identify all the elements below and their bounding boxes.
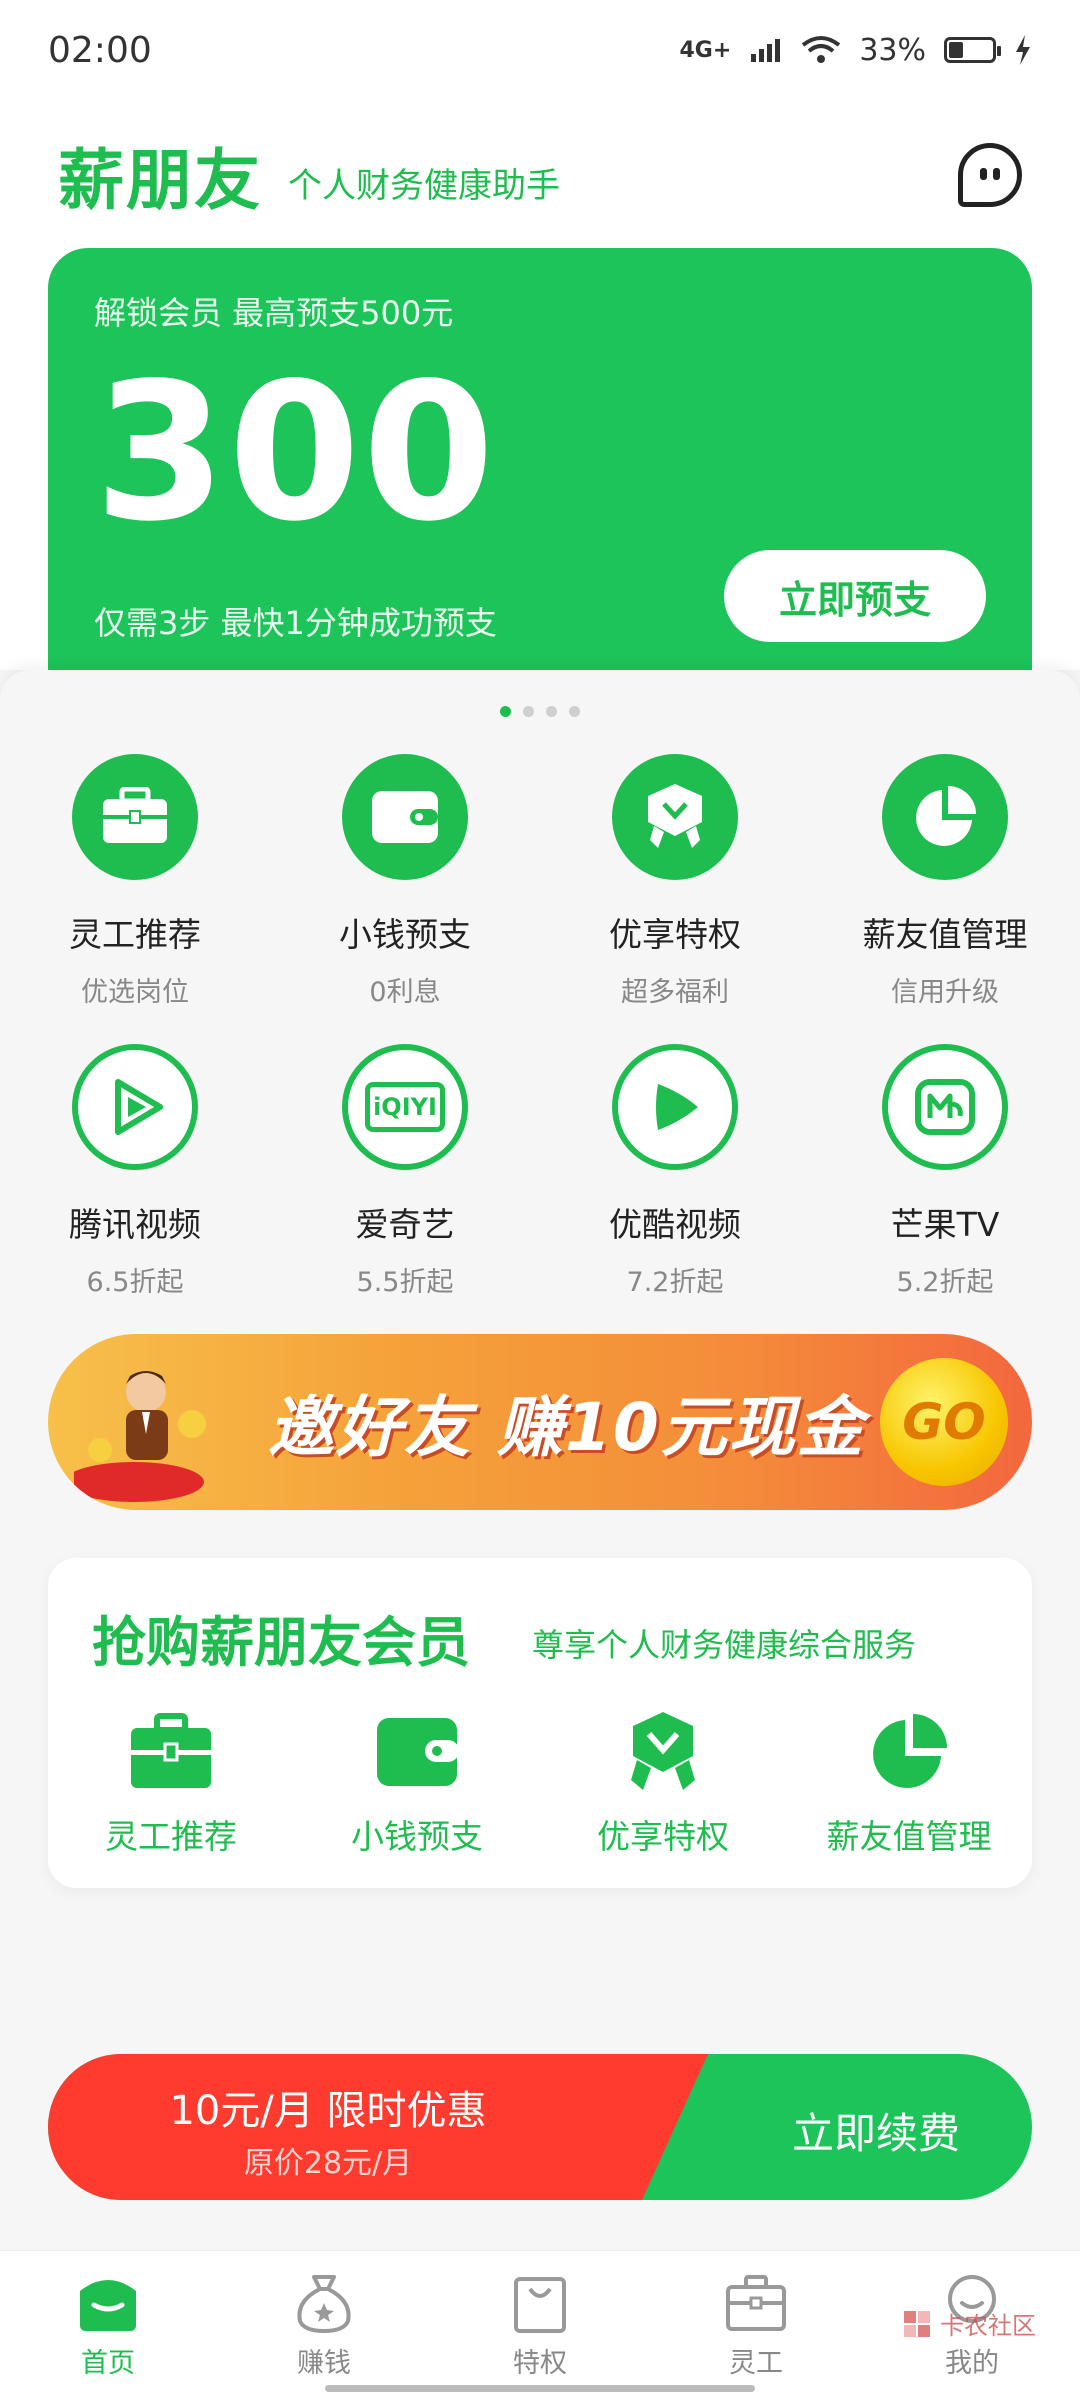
- carousel-dot: [569, 706, 580, 717]
- youku-icon: [612, 1044, 738, 1170]
- network-indicator: 4G+: [679, 37, 732, 63]
- invite-friends-banner[interactable]: 邀好友 赚10元现金 GO: [48, 1334, 1032, 1510]
- video-title: 芒果TV: [890, 1205, 1000, 1244]
- renew-membership-bar[interactable]: 10元/月 限时优惠 原价28元/月 立即续费: [48, 2054, 1032, 2200]
- battery-icon: [944, 37, 1001, 63]
- home-indicator[interactable]: [325, 2385, 755, 2392]
- money-bag-icon: [297, 2275, 351, 2333]
- carousel-dot: [523, 706, 534, 717]
- wallet-icon: [342, 754, 468, 880]
- feature-grid: 灵工推荐 优选岗位 小钱预支 0利息 优享特权 超多福利 薪友值管理 信用升级: [0, 754, 1080, 1009]
- feature-title: 灵工推荐: [69, 915, 201, 954]
- membership-title: 抢购薪朋友会员: [92, 1611, 470, 1674]
- briefcase-icon: [131, 1713, 211, 1788]
- pie-chart-icon: [882, 754, 1008, 880]
- briefcase-icon: [726, 2275, 786, 2331]
- feature-small-advance[interactable]: 小钱预支 0利息: [270, 754, 540, 1009]
- membership-card: 抢购薪朋友会员 尊享个人财务健康综合服务 灵工推荐 小钱预支 优享特权 薪友值管…: [48, 1558, 1032, 1888]
- watermark-text: 卡农社区: [940, 2312, 1036, 2340]
- video-tencent[interactable]: 腾讯视频 6.5折起: [0, 1044, 270, 1299]
- benefit-label: 薪友值管理: [826, 1817, 992, 1856]
- benefit-label: 优享特权: [597, 1817, 729, 1856]
- membership-subtitle: 尊享个人财务健康综合服务: [532, 1626, 917, 1664]
- wifi-icon: [802, 36, 841, 63]
- advance-hero-card[interactable]: 解锁会员 最高预支500元 300 仅需3步 最快1分钟成功预支 立即预支: [48, 248, 1032, 688]
- membership-benefits: 灵工推荐 小钱预支 优享特权 薪友值管理: [48, 1710, 1032, 1858]
- tab-gig[interactable]: 灵工: [648, 2251, 864, 2400]
- feature-subtitle: 超多福利: [621, 977, 729, 1008]
- badge-icon: [631, 1712, 695, 1790]
- video-youku[interactable]: 优酷视频 7.2折起: [540, 1044, 810, 1299]
- feature-privileges[interactable]: 优享特权 超多福利: [540, 754, 810, 1009]
- hero-subtitle: 解锁会员 最高预支500元: [94, 294, 454, 332]
- tencent-video-icon: [72, 1044, 198, 1170]
- promo-price: 10元/月 限时优惠: [169, 2088, 487, 2134]
- chat-bubble-icon[interactable]: [958, 143, 1022, 207]
- original-price: 原价28元/月: [243, 2146, 413, 2181]
- tab-privileges[interactable]: 特权: [432, 2251, 648, 2400]
- tab-label: 赚钱: [297, 2348, 351, 2379]
- community-watermark: 卡农社区: [900, 2306, 1036, 2341]
- video-title: 优酷视频: [609, 1205, 741, 1244]
- iqiyi-icon: iQIYI: [342, 1044, 468, 1170]
- tab-home[interactable]: 首页: [0, 2251, 216, 2400]
- feature-title: 小钱预支: [339, 915, 471, 954]
- benefit-gig-recommend[interactable]: 灵工推荐: [48, 1710, 294, 1858]
- benefit-label: 灵工推荐: [105, 1817, 237, 1856]
- feature-subtitle: 优选岗位: [81, 977, 189, 1008]
- hero-amount: 300: [94, 342, 497, 563]
- shopping-bag-icon: [514, 2277, 566, 2333]
- app-header: 薪朋友 个人财务健康助手: [0, 100, 1080, 250]
- charging-icon: [1016, 35, 1030, 65]
- tab-label: 灵工: [729, 2348, 783, 2379]
- benefit-privileges[interactable]: 优享特权: [540, 1710, 786, 1858]
- status-bar: 02:00 4G+ 33%: [0, 0, 1080, 100]
- carousel-dot: [500, 706, 511, 717]
- mango-tv-icon: [882, 1044, 1008, 1170]
- renew-button[interactable]: 立即续费: [792, 2100, 960, 2161]
- video-discount: 5.5折起: [356, 1267, 454, 1298]
- benefit-label: 小钱预支: [351, 1817, 483, 1856]
- video-discount: 7.2折起: [626, 1267, 724, 1298]
- video-iqiyi[interactable]: iQIYI 爱奇艺 5.5折起: [270, 1044, 540, 1299]
- video-discount: 6.5折起: [86, 1267, 184, 1298]
- benefit-credit-manage[interactable]: 薪友值管理: [786, 1710, 1032, 1858]
- feature-gig-recommend[interactable]: 灵工推荐 优选岗位: [0, 754, 270, 1009]
- iqiyi-logo: iQIYI: [365, 1082, 445, 1132]
- banner-text: 邀好友 赚10元现金: [268, 1389, 865, 1466]
- battery-percent: 33%: [859, 32, 926, 68]
- feature-subtitle: 0利息: [369, 977, 441, 1008]
- video-mango[interactable]: 芒果TV 5.2折起: [810, 1044, 1080, 1299]
- signal-icon: [751, 39, 781, 62]
- video-title: 腾讯视频: [69, 1205, 201, 1244]
- video-discount: 5.2折起: [896, 1267, 994, 1298]
- status-time: 02:00: [48, 29, 152, 71]
- feature-title: 薪友值管理: [862, 915, 1028, 954]
- brand-tagline: 个人财务健康助手: [288, 165, 560, 206]
- badge-icon: [612, 754, 738, 880]
- feature-credit-manage[interactable]: 薪友值管理 信用升级: [810, 754, 1080, 1009]
- pie-chart-icon: [873, 1714, 947, 1788]
- carousel-dot: [546, 706, 557, 717]
- home-icon: [80, 2280, 136, 2331]
- tab-label: 首页: [81, 2348, 135, 2379]
- advance-now-button[interactable]: 立即预支: [724, 550, 986, 642]
- wallet-icon: [377, 1718, 459, 1786]
- video-title: 爱奇艺: [355, 1205, 455, 1244]
- tab-earn[interactable]: 赚钱: [216, 2251, 432, 2400]
- benefit-small-advance[interactable]: 小钱预支: [294, 1710, 540, 1858]
- watermark-logo: [904, 2310, 930, 2337]
- briefcase-icon: [72, 754, 198, 880]
- feature-title: 优享特权: [609, 915, 741, 954]
- tab-label: 我的: [945, 2348, 999, 2379]
- hero-steps: 仅需3步 最快1分钟成功预支: [94, 604, 497, 642]
- brand-logo: 薪朋友: [58, 142, 262, 219]
- feature-subtitle: 信用升级: [891, 977, 999, 1008]
- status-indicators: 4G+ 33%: [680, 33, 1033, 68]
- video-grid: 腾讯视频 6.5折起 iQIYI 爱奇艺 5.5折起 优酷视频 7.2折起 芒果…: [0, 1044, 1080, 1299]
- go-button[interactable]: GO: [880, 1358, 1008, 1486]
- tab-label: 特权: [513, 2348, 567, 2379]
- carousel-indicator: [0, 706, 1080, 717]
- mascot-illustration: [74, 1371, 206, 1502]
